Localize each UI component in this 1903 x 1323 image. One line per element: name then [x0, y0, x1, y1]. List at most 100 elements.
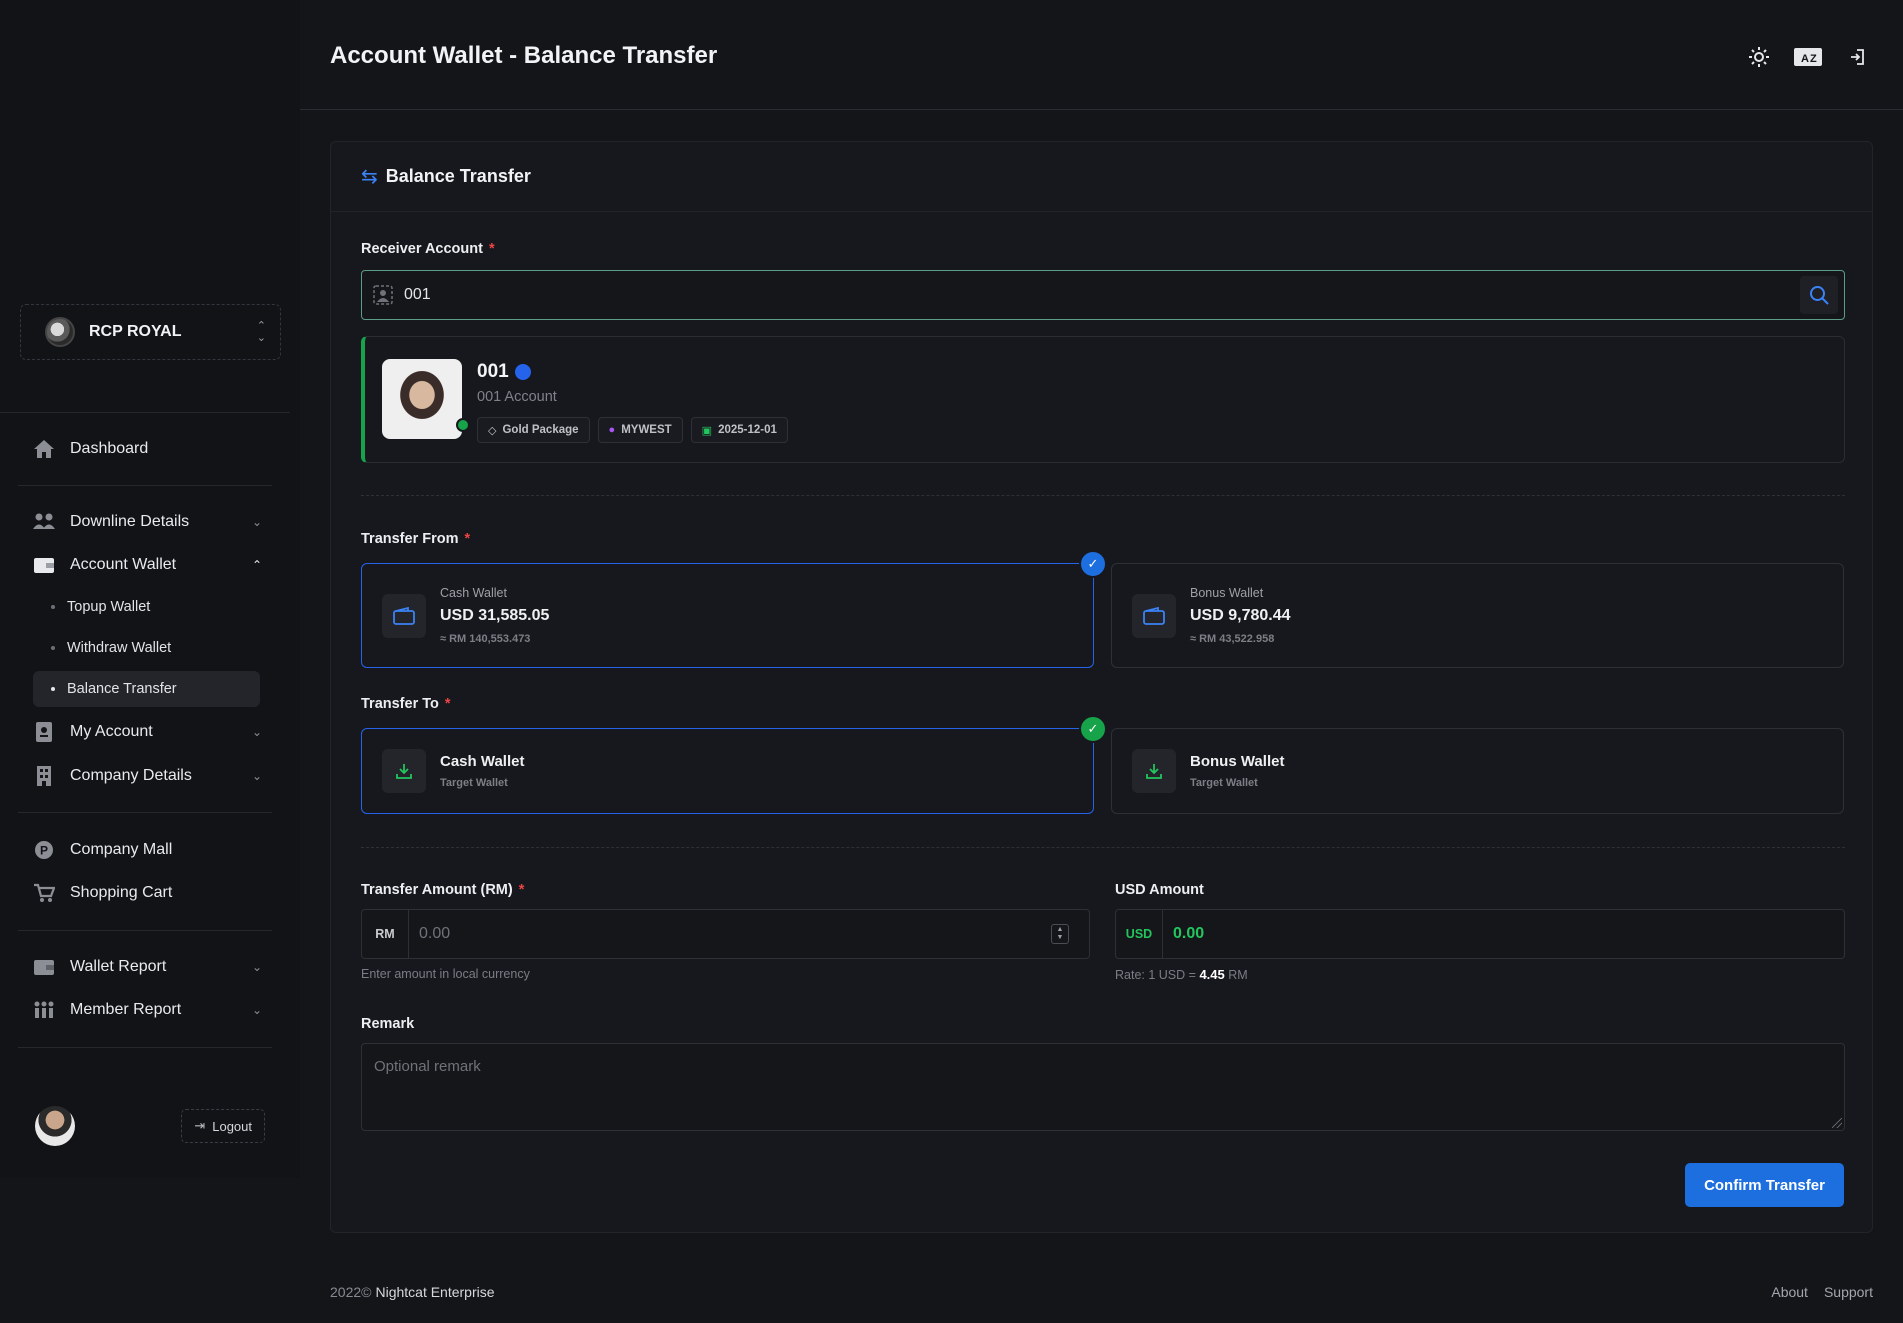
member-report-icon	[32, 999, 56, 1021]
chevron-down-icon: ⌄	[251, 769, 262, 783]
svg-text:Z: Z	[1810, 53, 1817, 65]
receiver-account-label: Receiver Account *	[361, 241, 495, 257]
resize-handle-icon[interactable]	[1832, 1118, 1842, 1128]
usd-amount-value: 0.00	[1173, 925, 1205, 942]
number-stepper[interactable]: ▲ ▼	[1051, 924, 1069, 944]
sidebar-item-label: Company Mall	[70, 841, 173, 858]
sidebar-item-my-account[interactable]: My Account ⌄	[32, 714, 262, 750]
divider	[18, 812, 272, 813]
sidebar-item-company-details[interactable]: Company Details ⌄	[32, 758, 262, 794]
wallet-caption: Target Wallet	[440, 777, 508, 789]
chevron-down-icon: ⌄	[251, 515, 262, 529]
account-tags: ◇ Gold Package ● MYWEST ▣ 2025-12-01	[477, 417, 788, 443]
required-mark: *	[464, 531, 471, 547]
cart-icon	[32, 882, 56, 904]
logout-icon: ⇥	[194, 1118, 206, 1133]
search-button[interactable]	[1800, 276, 1838, 314]
tag-text: MYWEST	[621, 424, 672, 436]
remark-label: Remark	[361, 1016, 415, 1032]
wallet-name: Bonus Wallet	[1190, 753, 1285, 770]
sidebar-item-member-report[interactable]: Member Report ⌄	[32, 992, 262, 1028]
sidebar-item-label: Account Wallet	[70, 556, 177, 573]
sidebar-subitem-label: Balance Transfer	[67, 681, 177, 697]
wallet-name: Cash Wallet	[440, 586, 507, 600]
sidebar-item-account-wallet[interactable]: Account Wallet ⌃	[32, 547, 262, 583]
sidebar-item-dashboard[interactable]: Dashboard	[32, 431, 262, 467]
from-wallet-bonus[interactable]: Bonus Wallet USD 9,780.44 ≈ RM 43,522.95…	[1111, 563, 1844, 668]
wallet-local-balance: ≈ RM 43,522.958	[1190, 633, 1275, 645]
divider	[18, 930, 272, 931]
account-name: 001 Account	[477, 389, 557, 405]
chevron-up-down-icon: ⌃ ⌄	[256, 320, 266, 344]
footer-company-link[interactable]: Nightcat Enterprise	[375, 1284, 494, 1300]
confirm-transfer-button[interactable]: Confirm Transfer	[1685, 1163, 1844, 1207]
sidebar-subitem-balance-transfer[interactable]: Balance Transfer	[33, 671, 260, 707]
remark-textarea[interactable]: Optional remark	[361, 1043, 1845, 1131]
tag-text: Gold Package	[502, 424, 579, 436]
transfer-amount-input[interactable]: 0.00	[409, 925, 1051, 943]
required-mark: *	[488, 241, 495, 257]
footer-link-about[interactable]: About	[1771, 1284, 1808, 1300]
sidebar-subitem-topup-wallet[interactable]: Topup Wallet	[33, 589, 260, 625]
id-card-icon	[32, 721, 56, 743]
footer-link-support[interactable]: Support	[1824, 1284, 1873, 1300]
remark-placeholder: Optional remark	[374, 1058, 481, 1075]
divider	[0, 412, 290, 413]
sidebar-item-label: Company Details	[70, 767, 192, 784]
chevron-up-icon: ⌃	[251, 558, 262, 572]
card-header: ⇆ Balance Transfer	[331, 142, 1872, 212]
required-mark: *	[444, 696, 451, 712]
transfer-amount-label: Transfer Amount (RM) *	[361, 882, 524, 898]
check-icon: ✓	[1079, 715, 1107, 743]
mall-icon: P	[32, 839, 56, 861]
rate-unit: RM	[1228, 968, 1248, 982]
package-tag: ◇ Gold Package	[477, 417, 590, 443]
user-bar: ⇥ Logout	[35, 1106, 265, 1146]
section-divider	[361, 847, 1845, 848]
verified-badge-icon	[514, 364, 531, 380]
bullet	[51, 687, 55, 691]
account-id: 001	[477, 361, 531, 383]
rate-prefix: Rate: 1 USD =	[1115, 968, 1196, 982]
rate-value: 4.45	[1199, 967, 1225, 982]
sidebar-item-label: Shopping Cart	[70, 884, 173, 901]
download-wallet-icon	[1132, 749, 1176, 793]
calendar-icon: ▣	[701, 424, 713, 437]
to-wallet-cash[interactable]: Cash Wallet Target Wallet ✓	[361, 715, 1107, 814]
transfer-arrows-icon: ⇆	[361, 166, 378, 188]
sidebar-subitem-label: Withdraw Wallet	[67, 640, 172, 656]
wallet-balance: USD 31,585.05	[440, 607, 550, 624]
sidebar-item-downline-details[interactable]: Downline Details ⌄	[32, 504, 262, 540]
avatar[interactable]	[35, 1106, 75, 1146]
receiver-account-input[interactable]	[404, 286, 1800, 304]
sidebar-item-wallet-report[interactable]: Wallet Report ⌄	[32, 949, 262, 985]
label-text: Transfer Amount (RM)	[361, 882, 513, 898]
users-icon	[32, 511, 56, 533]
footer-year: 2022©	[330, 1284, 372, 1300]
wallet-balance: USD 9,780.44	[1190, 607, 1291, 624]
to-wallet-bonus[interactable]: Bonus Wallet Target Wallet	[1111, 728, 1844, 814]
wallet-icon	[1132, 594, 1176, 638]
wallet-caption: Target Wallet	[1190, 777, 1258, 789]
sidebar-item-shopping-cart[interactable]: Shopping Cart	[32, 875, 262, 911]
transfer-to-label: Transfer To *	[361, 696, 451, 712]
language-icon[interactable]: AZ	[1792, 44, 1824, 70]
chevron-down-icon: ⌄	[251, 1003, 262, 1017]
online-status-dot	[456, 418, 470, 432]
brand-switcher[interactable]: RCP ROYAL ⌃ ⌄	[20, 304, 281, 360]
usd-amount-field: USD 0.00	[1115, 909, 1845, 959]
transfer-amount-hint: Enter amount in local currency	[361, 967, 530, 981]
tag-text: 2025-12-01	[718, 424, 777, 436]
check-icon: ✓	[1079, 550, 1107, 578]
sidebar-item-label: Member Report	[70, 1001, 182, 1018]
home-icon	[32, 438, 56, 460]
sign-in-icon[interactable]	[1846, 44, 1868, 70]
sidebar-item-company-mall[interactable]: P Company Mall	[32, 832, 262, 868]
sidebar-subitem-withdraw-wallet[interactable]: Withdraw Wallet	[33, 630, 260, 666]
theme-toggle-icon[interactable]	[1746, 44, 1772, 70]
sidebar-item-label: My Account	[70, 723, 153, 740]
logout-button[interactable]: ⇥ Logout	[181, 1109, 265, 1143]
from-wallet-cash[interactable]: Cash Wallet USD 31,585.05 ≈ RM 140,553.4…	[361, 550, 1107, 668]
required-mark: *	[518, 882, 525, 898]
usd-amount-label: USD Amount	[1115, 882, 1204, 898]
